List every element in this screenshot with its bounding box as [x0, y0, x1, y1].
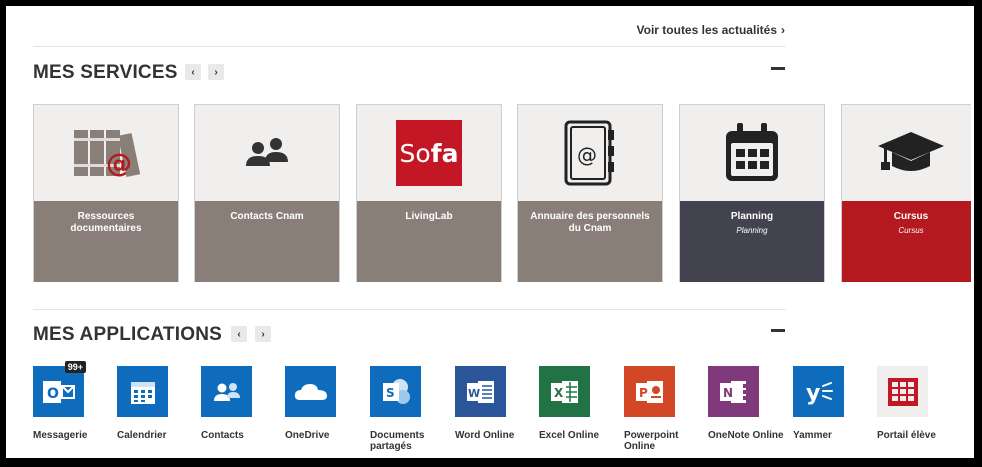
books-at-icon: @ [34, 105, 178, 201]
divider [33, 46, 786, 47]
applications-title: MES APPLICATIONS [33, 324, 222, 345]
address-book-icon: @ [518, 105, 662, 201]
service-tile-contacts[interactable]: Contacts Cnam [194, 104, 340, 282]
applications-prev-button[interactable]: ‹ [231, 326, 247, 342]
tile-label: Planning [730, 211, 774, 222]
tile-sublabel: Planning [736, 226, 768, 235]
app-onenote[interactable]: N OneNote Online [708, 366, 792, 441]
word-icon: W [455, 366, 506, 417]
app-excel[interactable]: X Excel Online [539, 366, 623, 441]
services-next-button[interactable]: › [208, 64, 224, 80]
app-contacts[interactable]: Contacts [201, 366, 285, 441]
svg-text:N: N [723, 386, 733, 400]
svg-text:y: y [806, 381, 820, 406]
tile-label: Contacts Cnam [230, 211, 304, 222]
applications-next-button[interactable]: › [255, 326, 271, 342]
divider [33, 309, 786, 310]
svg-text:S: S [386, 386, 395, 400]
grid-icon [877, 366, 928, 417]
app-calendrier[interactable]: Calendrier [117, 366, 201, 441]
svg-text:P: P [639, 386, 648, 400]
see-all-news-link[interactable]: Voir toutes les actualités › [637, 23, 786, 37]
tile-sublabel: Cursus [898, 226, 924, 235]
service-tile-livinglab[interactable]: So fa LivingLab [356, 104, 502, 282]
sharepoint-icon: S [370, 366, 421, 417]
app-label: OneDrive [285, 430, 330, 441]
app-onedrive[interactable]: OneDrive [285, 366, 369, 441]
onenote-icon: N [708, 366, 759, 417]
sofa-logo-text-2: fa [430, 138, 459, 168]
app-label: Calendrier [117, 430, 167, 441]
app-label: OneNote Online [708, 430, 784, 441]
tile-footer: Cursus Cursus [842, 201, 971, 282]
outlook-icon: O 99+ [33, 361, 86, 417]
app-label: Powerpoint Online [624, 430, 679, 452]
app-label: Messagerie [33, 430, 88, 441]
chevron-right-icon: › [781, 23, 785, 37]
app-portail-eleve[interactable]: Portail élève [877, 366, 961, 441]
tile-label: Annuaire des personnels du Cnam [530, 211, 650, 234]
calendar-app-icon [117, 366, 168, 417]
page-frame: Voir toutes les actualités › MES SERVICES… [4, 4, 976, 460]
svg-text:O: O [47, 386, 59, 402]
services-prev-button[interactable]: ‹ [185, 64, 201, 80]
excel-icon: X [539, 366, 590, 417]
tile-footer: Ressources documentaires [34, 201, 178, 282]
sofa-logo: So fa [357, 105, 501, 201]
people-icon [195, 105, 339, 201]
app-yammer[interactable]: y Yammer [793, 366, 877, 441]
graduation-cap-icon [842, 105, 971, 201]
services-title: MES SERVICES [33, 62, 178, 83]
service-tile-ressources[interactable]: @ Ressources documentaires [33, 104, 179, 282]
calendar-icon [680, 105, 824, 201]
services-collapse-button[interactable] [771, 67, 785, 70]
service-tile-cursus[interactable]: Cursus Cursus [841, 104, 971, 282]
yammer-icon: y [793, 366, 844, 417]
service-tile-annuaire[interactable]: @ Annuaire des personnels du Cnam [517, 104, 663, 282]
svg-text:W: W [468, 387, 480, 400]
content-area: Voir toutes les actualités › MES SERVICES… [9, 9, 971, 455]
app-word[interactable]: W Word Online [455, 366, 539, 441]
see-all-news-label: Voir toutes les actualités [636, 23, 778, 37]
tile-label: Ressources documentaires [70, 211, 142, 234]
tile-footer: LivingLab [357, 201, 501, 282]
applications-collapse-button[interactable] [771, 329, 785, 332]
app-label: Excel Online [539, 430, 600, 441]
app-powerpoint[interactable]: P Powerpoint Online [624, 366, 708, 452]
app-label: Yammer [793, 430, 832, 441]
tile-label: LivingLab [405, 211, 453, 222]
app-messagerie[interactable]: O 99+ Messagerie [33, 361, 117, 441]
onedrive-icon [285, 366, 336, 417]
app-label: Portail élève [877, 430, 936, 441]
service-tile-planning[interactable]: Planning Planning [679, 104, 825, 282]
tile-label: Cursus [893, 211, 929, 222]
contacts-icon [201, 366, 252, 417]
powerpoint-icon: P [624, 366, 675, 417]
app-label: Documents partagés [370, 430, 425, 452]
app-label: Word Online [455, 430, 515, 441]
tile-footer: Planning Planning [680, 201, 824, 282]
tile-footer: Contacts Cnam [195, 201, 339, 282]
tile-footer: Annuaire des personnels du Cnam [518, 201, 662, 282]
app-label: Contacts [201, 430, 244, 441]
sofa-logo-text-1: So [399, 138, 431, 168]
app-documents-partages[interactable]: S Documents partagés [370, 366, 454, 452]
svg-text:X: X [554, 386, 564, 400]
unread-badge: 99+ [64, 361, 86, 373]
svg-text:@: @ [106, 149, 132, 179]
svg-text:@: @ [577, 143, 597, 167]
